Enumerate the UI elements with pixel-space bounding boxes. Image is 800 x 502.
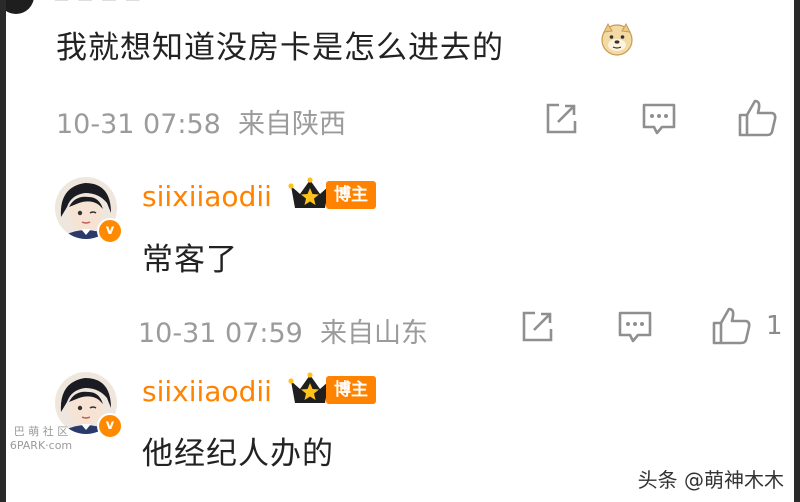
verified-badge: v <box>97 413 123 439</box>
comment-icon[interactable] <box>616 308 654 346</box>
comment-location: 来自陕西 <box>238 109 347 140</box>
reply-location: 来自山东 <box>320 318 429 349</box>
partial-text: — — — — <box>54 0 142 8</box>
blogger-tag: 博主 <box>326 181 376 209</box>
share-icon[interactable] <box>519 309 555 345</box>
watermark: 巴 萌 社 区 6PARK·com <box>9 425 73 452</box>
reply-text: 他经纪人办的 <box>142 436 334 472</box>
reply-time: 10-31 07:59 来自山东 <box>138 318 429 349</box>
comment-time: 10-31 07:58 来自陕西 <box>56 109 347 140</box>
like-icon[interactable] <box>736 98 780 138</box>
comment-text: 我就想知道没房卡是怎么进去的 <box>56 30 504 66</box>
reply-text: 常客了 <box>142 242 238 278</box>
partial-avatar <box>6 0 34 14</box>
blogger-tag: 博主 <box>326 376 376 404</box>
verified-badge: v <box>97 218 123 244</box>
comment-icon[interactable] <box>640 100 678 138</box>
username[interactable]: siixiiaodii <box>142 375 272 408</box>
share-icon[interactable] <box>543 101 579 137</box>
username[interactable]: siixiiaodii <box>142 180 272 213</box>
like-count: 1 <box>766 311 783 341</box>
doge-emoji <box>600 22 634 56</box>
like-icon[interactable] <box>710 306 754 346</box>
comment-thread: — — — — 我就想知道没房卡是怎么进去的 10-31 07:58 来自陕西 <box>6 0 794 502</box>
brand-watermark: 头条 @萌神木木 <box>637 468 784 492</box>
